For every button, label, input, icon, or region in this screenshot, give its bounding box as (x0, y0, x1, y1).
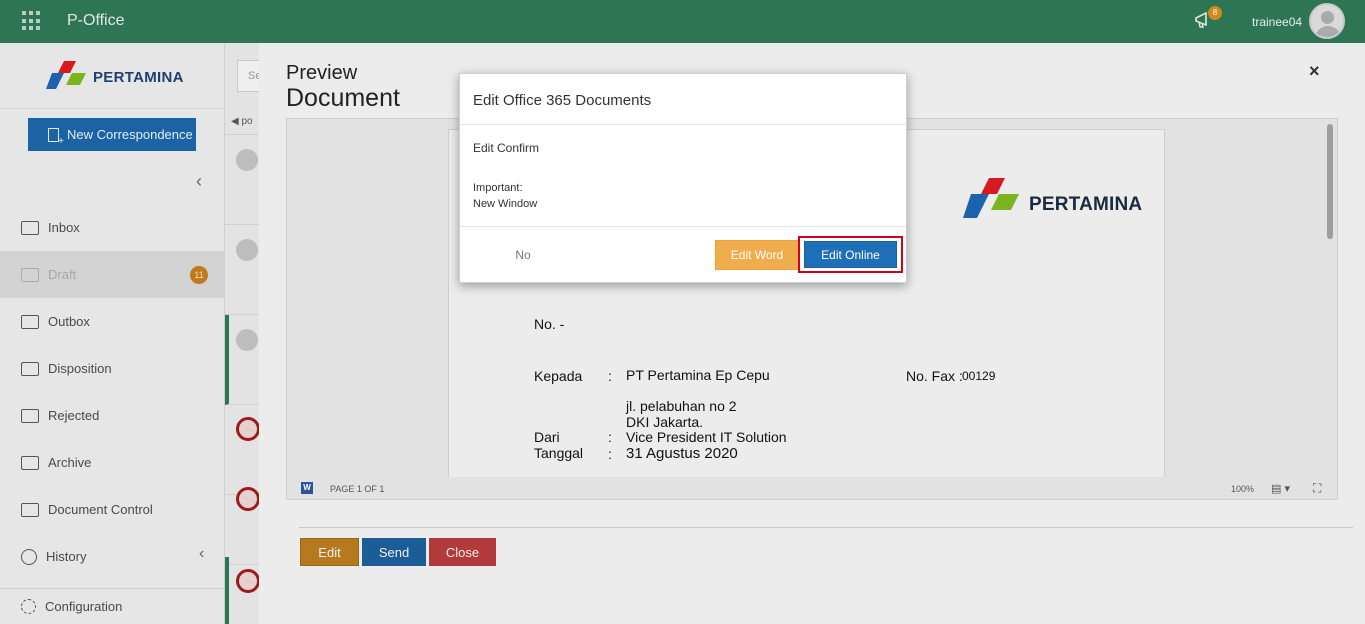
no-button[interactable]: No (500, 244, 546, 266)
dialog-important-value: New Window (473, 198, 538, 210)
edit-word-button[interactable]: Edit Word (715, 240, 799, 270)
dialog-confirm-text: Edit Confirm (473, 141, 540, 155)
dialog-divider (460, 124, 906, 125)
highlight-box: Edit Online (798, 236, 903, 273)
dialog-title: Edit Office 365 Documents (473, 92, 652, 109)
dialog-important-label: Important: (473, 182, 523, 194)
edit-office-dialog: Edit Office 365 Documents Edit Confirm I… (459, 73, 907, 283)
edit-online-button[interactable]: Edit Online (804, 241, 897, 268)
dialog-divider (460, 226, 906, 227)
